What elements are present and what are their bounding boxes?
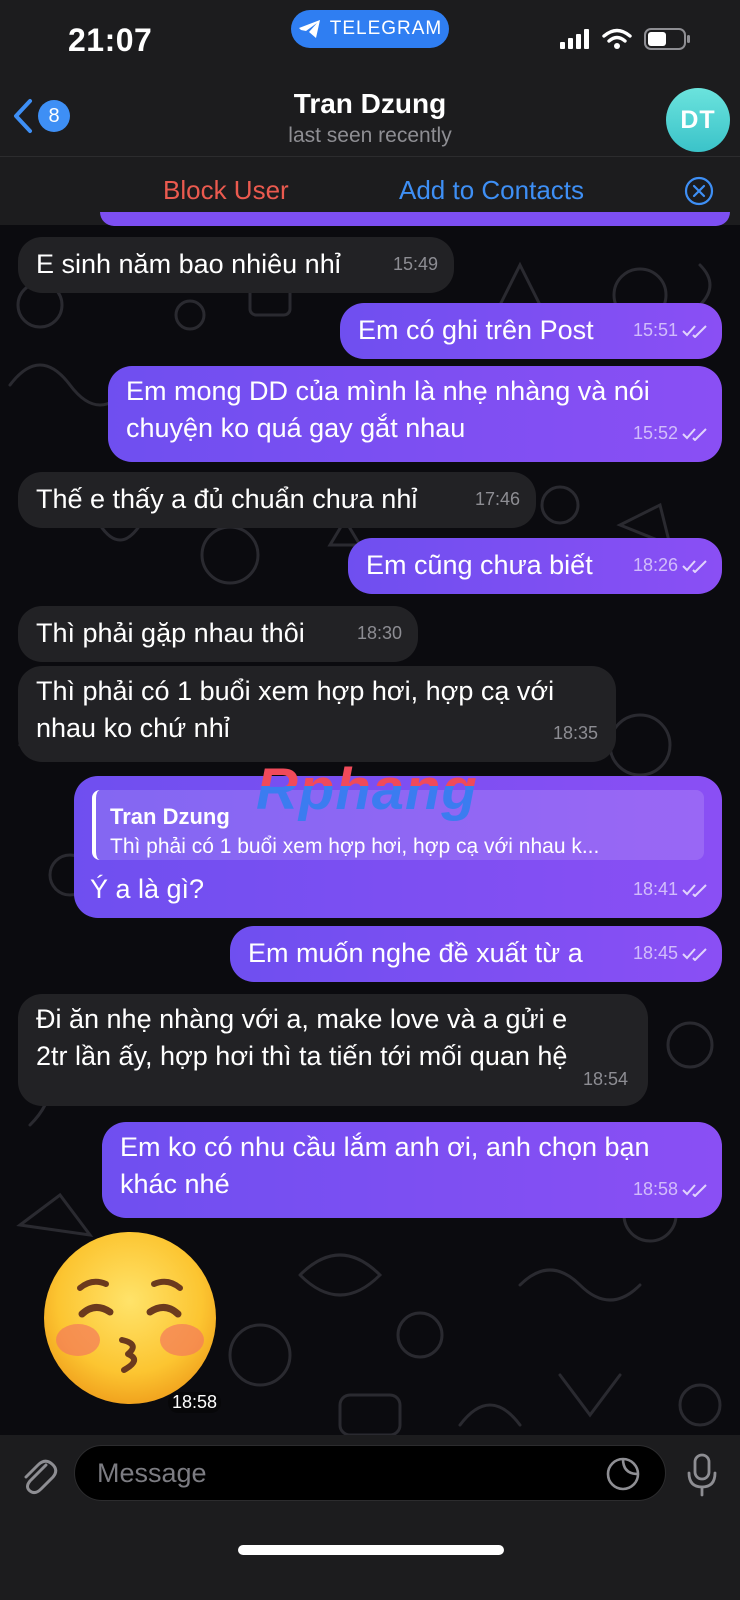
- double-check-icon: [682, 324, 707, 338]
- contact-avatar[interactable]: DT: [666, 88, 730, 152]
- message-text-line: nhau ko chứ nhỉ: [36, 713, 230, 743]
- message-text-line: chuyện ko quá gay gắt nhau: [126, 413, 466, 443]
- message-text: Em có ghi trên Post: [358, 315, 594, 345]
- block-user-button[interactable]: Block User: [163, 175, 289, 206]
- watermark-text: Rphang: [256, 757, 478, 822]
- contact-name[interactable]: Tran Dzung: [0, 88, 740, 120]
- telegram-plane-icon: [298, 20, 320, 38]
- message-meta: 15:52: [633, 415, 708, 452]
- double-check-icon: [682, 559, 707, 573]
- message-text: Em muốn nghe đề xuất từ a: [248, 938, 583, 968]
- microphone-icon[interactable]: [684, 1453, 720, 1497]
- wifi-icon: [602, 28, 632, 49]
- message-incoming[interactable]: Đi ăn nhẹ nhàng với a, make love và a gử…: [18, 994, 648, 1106]
- quoted-reply-text: Thì phải có 1 buổi xem hợp hơi, hợp cạ v…: [110, 835, 600, 858]
- message-text: Ý a là gì?: [90, 874, 205, 904]
- message-time: 17:46: [474, 489, 520, 509]
- message-time: 15:51: [632, 320, 678, 340]
- message-time: 15:49: [392, 254, 438, 274]
- message-outgoing[interactable]: Em cũng chưa biết 18:26: [348, 538, 722, 594]
- message-time: 18:58: [632, 1179, 678, 1199]
- double-check-icon: [682, 427, 707, 441]
- message-text-line: Em mong DD của mình là nhẹ nhàng và nói: [126, 376, 650, 406]
- message-incoming[interactable]: Thì phải có 1 buổi xem hợp hơi, hợp cạ v…: [18, 666, 616, 762]
- message-text-line: Đi ăn nhẹ nhàng với a, make love và a gử…: [36, 1004, 568, 1034]
- message-time: 18:26: [632, 555, 678, 575]
- message-text-line: Thì phải có 1 buổi xem hợp hơi, hợp cạ v…: [36, 676, 555, 706]
- double-check-icon: [682, 883, 707, 897]
- message-text-line: 2tr lần ấy, hợp hơi thì ta tiến tới mối …: [36, 1041, 568, 1071]
- message-time: 18:35: [552, 723, 598, 743]
- message-text-line: khác nhé: [120, 1169, 230, 1199]
- message-outgoing[interactable]: Em ko có nhu cầu lắm anh ơi, anh chọn bạ…: [102, 1122, 722, 1218]
- message-incoming[interactable]: E sinh năm bao nhiêu nhỉ 15:49: [18, 237, 454, 293]
- message-time: 18:54: [582, 1069, 628, 1089]
- sticker-icon[interactable]: [605, 1456, 641, 1492]
- message-text-line: Em ko có nhu cầu lắm anh ơi, anh chọn bạ…: [120, 1132, 650, 1162]
- message-meta: 18:58: [633, 1171, 708, 1208]
- status-bar: 21:07 TELEGRAM: [0, 0, 740, 80]
- telegram-pill-label: TELEGRAM: [329, 18, 443, 39]
- message-meta: 18:45: [633, 935, 708, 972]
- close-icon[interactable]: [684, 176, 714, 206]
- message-outgoing[interactable]: Em có ghi trên Post 15:51: [340, 303, 722, 359]
- message-outgoing[interactable]: Em muốn nghe đề xuất từ a 18:45: [230, 926, 722, 982]
- chat-header: 8 Tran Dzung last seen recently DT: [0, 80, 740, 156]
- message-text: Em cũng chưa biết: [366, 550, 593, 580]
- message-placeholder: Message: [97, 1458, 207, 1488]
- message-outgoing[interactable]: Em mong DD của mình là nhẹ nhàng và nói …: [108, 366, 722, 462]
- kissing-face-sticker[interactable]: [40, 1228, 220, 1408]
- message-meta: 15:51: [633, 312, 708, 349]
- double-check-icon: [682, 947, 707, 961]
- last-seen-status: last seen recently: [288, 124, 452, 147]
- message-text: Thì phải gặp nhau thôi: [36, 618, 305, 648]
- status-icons: [560, 28, 692, 50]
- message-text: E sinh năm bao nhiêu nhỉ: [36, 249, 341, 279]
- status-time: 21:07: [68, 22, 153, 58]
- previous-message-edge: [100, 212, 730, 226]
- telegram-pill[interactable]: TELEGRAM: [291, 10, 449, 48]
- cellular-signal-icon: [560, 29, 589, 49]
- message-time: 18:45: [632, 943, 678, 963]
- message-input[interactable]: Message: [74, 1445, 666, 1501]
- message-time: 15:52: [632, 423, 678, 443]
- watermark-logo: Rphang: [256, 756, 478, 823]
- home-indicator[interactable]: [238, 1545, 504, 1555]
- message-input-bar: Message: [0, 1435, 740, 1600]
- telegram-chat-screen: 21:07 TELEGRAM 8 Tran Dzung last seen re…: [0, 0, 740, 1600]
- double-check-icon: [682, 1183, 707, 1197]
- attachment-icon[interactable]: [16, 1453, 60, 1497]
- message-time: 18:30: [356, 623, 402, 643]
- sticker-time: 18:58: [168, 1392, 222, 1413]
- message-incoming[interactable]: Thì phải gặp nhau thôi 18:30: [18, 606, 418, 662]
- message-meta: 18:41: [633, 871, 708, 908]
- battery-icon: [644, 28, 690, 50]
- message-text: Thế e thấy a đủ chuẩn chưa nhỉ: [36, 484, 418, 514]
- message-time: 18:41: [632, 879, 678, 899]
- add-to-contacts-button[interactable]: Add to Contacts: [399, 175, 584, 206]
- message-incoming[interactable]: Thế e thấy a đủ chuẩn chưa nhỉ 17:46: [18, 472, 536, 528]
- message-meta: 18:26: [633, 547, 708, 584]
